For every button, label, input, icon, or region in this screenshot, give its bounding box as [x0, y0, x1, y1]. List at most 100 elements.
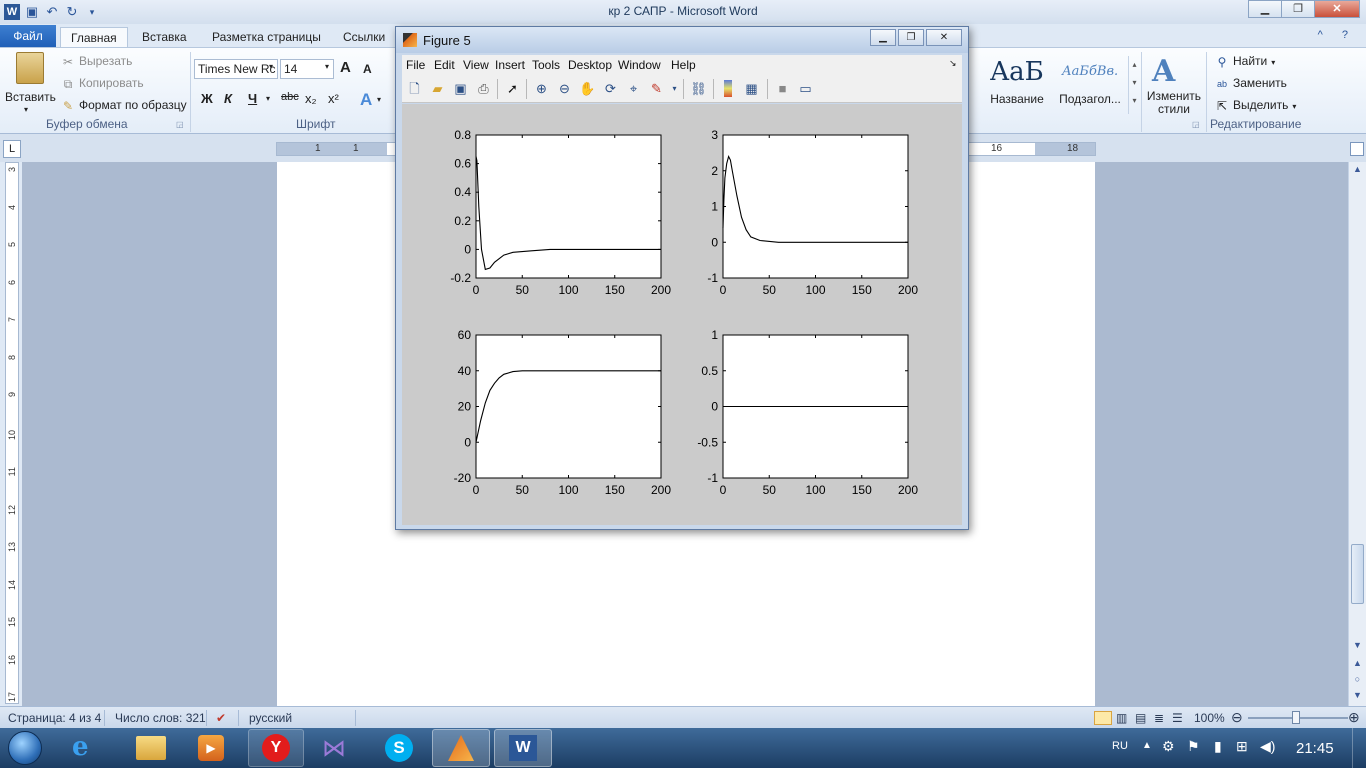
pan-icon[interactable]: ✋: [579, 80, 596, 97]
file-explorer-icon[interactable]: [136, 736, 166, 760]
network-icon[interactable]: ⊞: [1236, 738, 1248, 755]
figure-maximize-button[interactable]: ❐: [898, 29, 924, 46]
figure-canvas[interactable]: 0 50 100 150 200 -0.2 0 0.2 0.4 0.6 0.8 0 50 100 150 20…: [402, 104, 962, 525]
font-name-combo[interactable]: Times New Rc: [194, 59, 278, 79]
tab-page-layout[interactable]: Разметка страницы: [202, 27, 331, 48]
zoom-out-icon[interactable]: ⊖: [556, 80, 573, 97]
dock-figure-icon[interactable]: ↘: [949, 58, 957, 69]
close-button[interactable]: ✕: [1314, 0, 1360, 18]
font-name-dropdown-icon[interactable]: ▾: [269, 62, 273, 71]
style-title[interactable]: AaБ Название: [982, 52, 1052, 114]
zoom-in-button[interactable]: ⊕: [1348, 709, 1360, 726]
legend-icon[interactable]: ▦: [743, 80, 760, 97]
replace-button[interactable]: ab Заменить: [1214, 76, 1287, 92]
new-figure-icon[interactable]: 🗋: [406, 80, 423, 97]
web-layout-icon[interactable]: ▤: [1135, 711, 1146, 725]
hide-plot-tools-icon[interactable]: ■: [774, 80, 791, 97]
menu-help[interactable]: Help: [671, 58, 696, 72]
status-page[interactable]: Страница: 4 из 4: [8, 711, 101, 725]
font-size-dropdown-icon[interactable]: ▾: [325, 62, 329, 71]
matlab-icon[interactable]: [432, 729, 490, 767]
outline-view-icon[interactable]: ≣: [1154, 711, 1164, 725]
subscript-button[interactable]: x₂: [305, 91, 317, 111]
internet-explorer-icon[interactable]: e: [72, 732, 89, 762]
status-word-count[interactable]: Число слов: 321: [115, 711, 206, 725]
copy-button[interactable]: ⧉ Копировать: [60, 76, 144, 92]
paste-icon[interactable]: [10, 52, 50, 88]
underline-dropdown-icon[interactable]: ▾: [266, 94, 270, 103]
figure-titlebar[interactable]: Figure 5 ▁ ❐ ✕: [396, 27, 968, 53]
link-plot-icon[interactable]: ⛓: [690, 80, 707, 97]
format-painter-button[interactable]: ✎ Формат по образцу: [60, 98, 187, 114]
zoom-level[interactable]: 100%: [1194, 711, 1225, 725]
battery-icon[interactable]: ▮: [1214, 738, 1222, 755]
paste-button[interactable]: Вставить: [5, 90, 56, 104]
full-screen-reading-icon[interactable]: ▥: [1116, 711, 1127, 725]
spellcheck-icon[interactable]: ✔: [216, 711, 226, 725]
select-button[interactable]: ⇱ Выделить ▾: [1214, 98, 1296, 114]
zoom-in-icon[interactable]: ⊕: [533, 80, 550, 97]
save-icon[interactable]: ▣: [452, 80, 469, 97]
word-icon[interactable]: W: [494, 729, 552, 767]
figure-close-button[interactable]: ✕: [926, 29, 962, 46]
scroll-down-icon[interactable]: ▼: [1349, 640, 1366, 650]
tab-references[interactable]: Ссылки: [333, 27, 395, 48]
tab-insert[interactable]: Вставка: [132, 27, 197, 48]
grow-font-button[interactable]: A: [340, 59, 351, 76]
browse-object-icon[interactable]: ○: [1349, 674, 1366, 684]
visual-studio-icon[interactable]: ⋈: [322, 734, 346, 763]
view-ruler-icon[interactable]: [1350, 142, 1364, 156]
menu-window[interactable]: Window: [618, 58, 661, 72]
tab-file[interactable]: Файл: [0, 25, 56, 48]
show-desktop-button[interactable]: [1352, 728, 1366, 768]
menu-edit[interactable]: Edit: [434, 58, 455, 72]
styles-scroll[interactable]: ▴ ▾ ▾: [1128, 56, 1140, 114]
yandex-browser-icon[interactable]: Y: [248, 729, 304, 767]
tab-home[interactable]: Главная: [60, 27, 128, 48]
zoom-slider-knob[interactable]: [1292, 711, 1300, 724]
data-cursor-icon[interactable]: ⌖: [625, 80, 642, 97]
menu-file[interactable]: File: [406, 58, 425, 72]
colorbar-icon[interactable]: [724, 80, 732, 97]
volume-icon[interactable]: ◀): [1260, 738, 1275, 755]
next-page-icon[interactable]: ▼: [1349, 690, 1366, 700]
shrink-font-button[interactable]: A: [363, 62, 372, 76]
clock-time[interactable]: 21:45: [1296, 740, 1334, 757]
menu-desktop[interactable]: Desktop: [568, 58, 612, 72]
text-effects-icon[interactable]: A: [360, 90, 372, 110]
draft-view-icon[interactable]: ☰: [1172, 711, 1183, 725]
superscript-button[interactable]: x²: [328, 91, 339, 111]
start-orb-icon[interactable]: [8, 731, 42, 765]
show-hidden-icons-icon[interactable]: ▲: [1142, 740, 1152, 751]
print-icon[interactable]: ⎙: [475, 80, 492, 97]
tab-stop-selector[interactable]: L: [3, 140, 21, 158]
clipboard-launcher-icon[interactable]: ◲: [176, 120, 184, 129]
action-center-flag-icon[interactable]: ⚑: [1187, 738, 1200, 755]
pointer-icon[interactable]: ➚: [504, 80, 521, 97]
figure-minimize-button[interactable]: ▁: [870, 29, 896, 46]
vertical-scrollbar[interactable]: ▲ ▼ ▲ ○ ▼: [1348, 162, 1366, 706]
show-plot-tools-icon[interactable]: ▭: [797, 80, 814, 97]
text-effects-dropdown-icon[interactable]: ▾: [377, 95, 381, 104]
zoom-out-button[interactable]: ⊖: [1231, 709, 1243, 726]
menu-tools[interactable]: Tools: [532, 58, 560, 72]
strikethrough-button[interactable]: abc: [281, 91, 299, 111]
open-file-icon[interactable]: ▰: [429, 80, 446, 97]
change-styles-icon[interactable]: A: [1152, 54, 1175, 89]
scroll-up-icon[interactable]: ▲: [1349, 164, 1366, 174]
bold-button[interactable]: Ж: [201, 91, 213, 111]
brush-dropdown-icon[interactable]: ▾: [666, 80, 683, 97]
subplots[interactable]: 0 50 100 150 200-0.200.20.40.60.80 50 100 150 20…: [402, 104, 962, 525]
paste-dropdown-icon[interactable]: ▾: [24, 105, 28, 114]
minimize-button[interactable]: ▁: [1248, 0, 1282, 18]
maximize-button[interactable]: ❐: [1281, 0, 1315, 18]
style-subtitle[interactable]: АаБбВв. Подзагол...: [1054, 52, 1126, 114]
brush-icon[interactable]: ✎: [648, 80, 665, 97]
print-layout-view-icon[interactable]: [1094, 711, 1112, 725]
media-player-icon[interactable]: ▶: [198, 735, 224, 761]
menu-insert[interactable]: Insert: [495, 58, 525, 72]
styles-launcher-icon[interactable]: ◲: [1192, 120, 1200, 129]
matlab-figure-window[interactable]: Figure 5 ▁ ❐ ✕ File Edit View Insert Too…: [395, 26, 969, 530]
input-language[interactable]: RU: [1112, 740, 1128, 752]
network-settings-icon[interactable]: ⚙: [1162, 738, 1175, 755]
